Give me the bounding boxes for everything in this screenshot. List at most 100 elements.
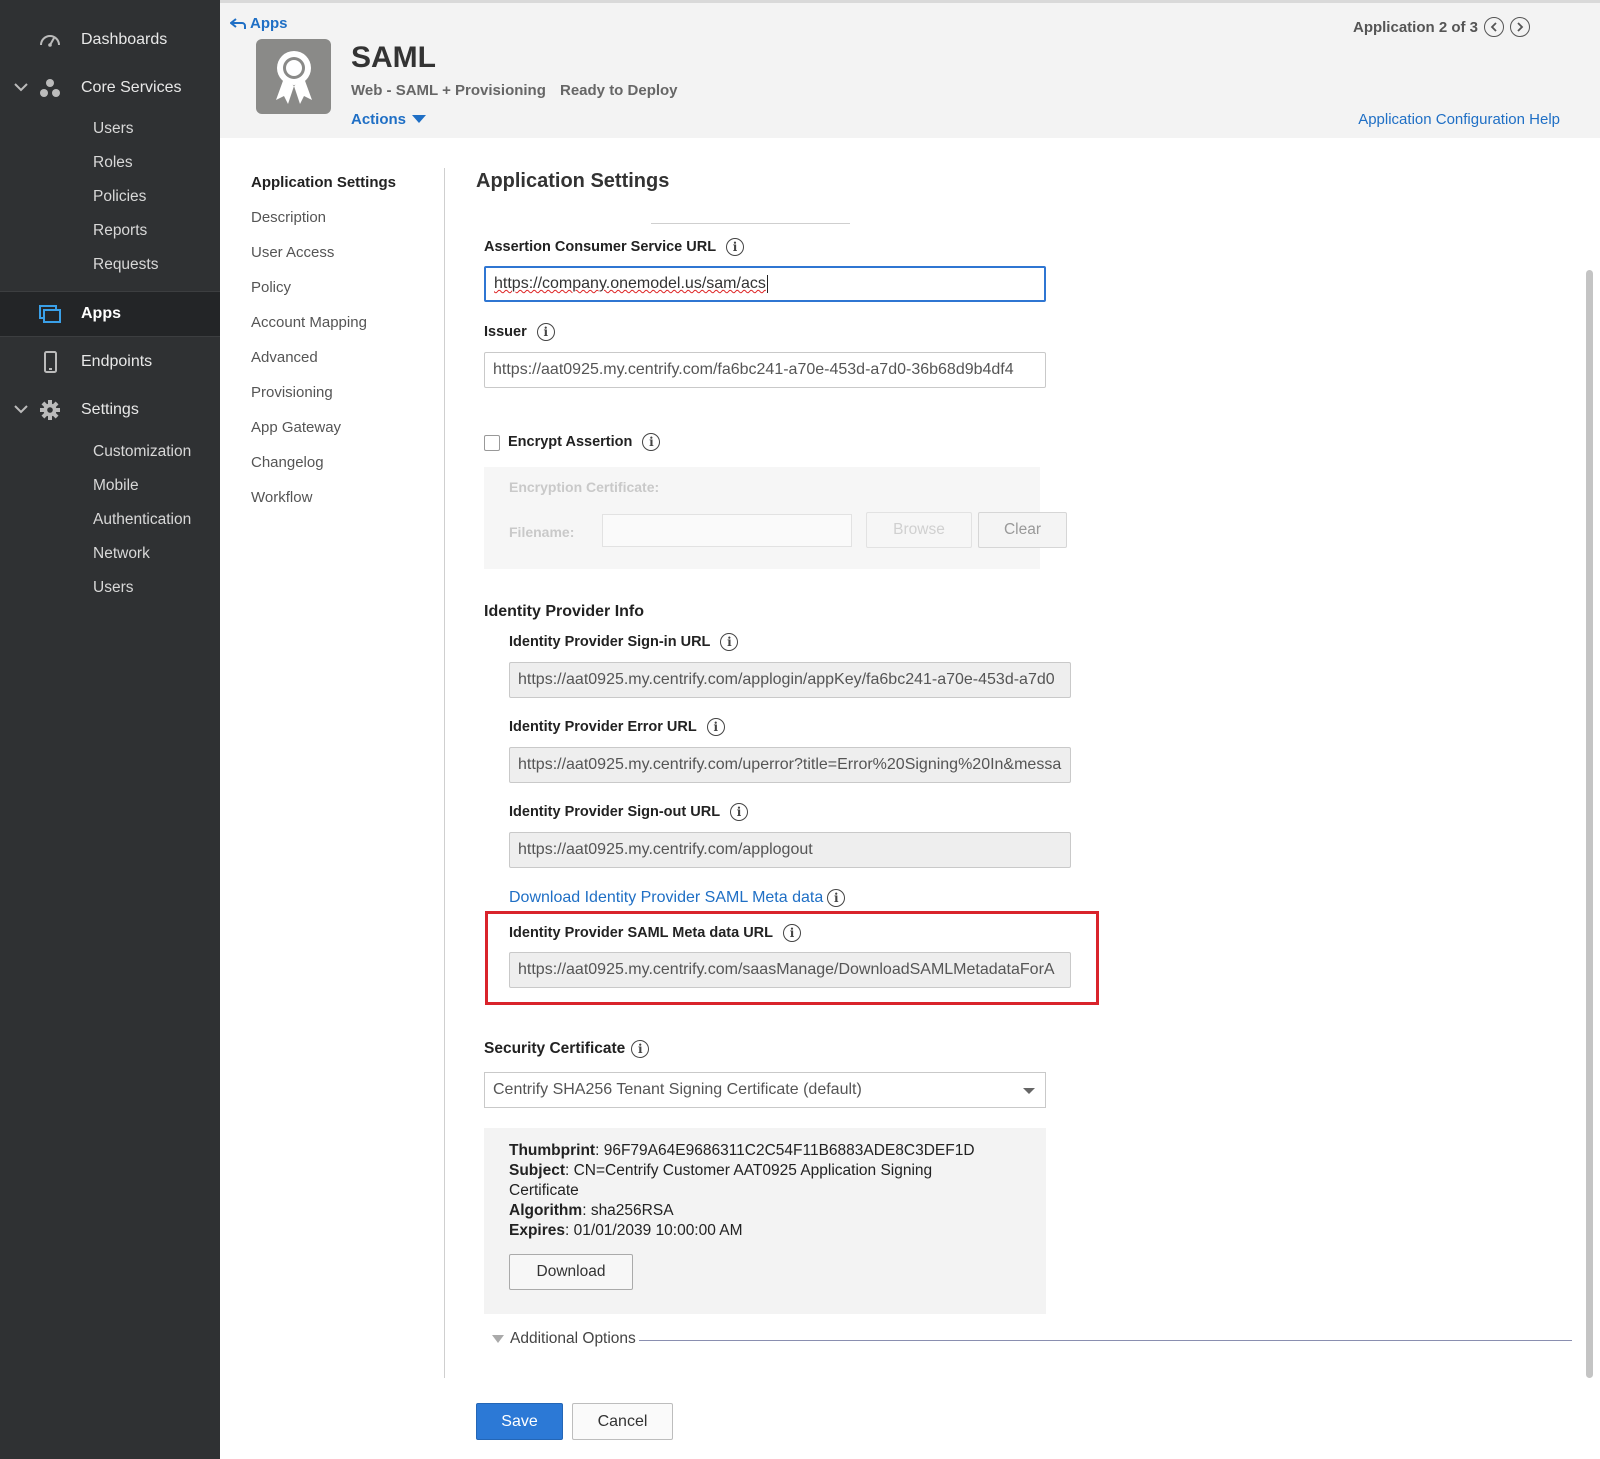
app-type: Web - SAML + Provisioning bbox=[351, 82, 546, 99]
app-title: SAML bbox=[351, 41, 436, 74]
section-nav-policy[interactable]: Policy bbox=[251, 279, 396, 314]
filename-label: Filename: bbox=[509, 524, 575, 540]
info-icon[interactable]: i bbox=[783, 924, 801, 942]
scroll-divider bbox=[651, 223, 850, 224]
idp-signout-label: Identity Provider Sign-out URL i bbox=[509, 803, 749, 821]
next-app-button[interactable] bbox=[1510, 17, 1530, 37]
idp-metadata-url-label: Identity Provider SAML Meta data URL i bbox=[509, 924, 801, 942]
sidebar-item-label: Apps bbox=[81, 305, 121, 322]
caret-down-icon bbox=[492, 1334, 504, 1343]
cancel-button[interactable]: Cancel bbox=[572, 1403, 673, 1440]
app-pager: Application 2 of 3 bbox=[1353, 17, 1530, 37]
idp-signout-label-text: Identity Provider Sign-out URL bbox=[509, 804, 721, 820]
idp-error-label-text: Identity Provider Error URL bbox=[509, 719, 697, 735]
info-icon[interactable]: i bbox=[730, 803, 749, 821]
encrypt-assertion-checkbox[interactable] bbox=[484, 435, 500, 451]
security-certificate-label: Security Certificate i bbox=[484, 1040, 650, 1058]
section-nav-changelog[interactable]: Changelog bbox=[251, 454, 396, 489]
gear-icon bbox=[40, 400, 60, 420]
idp-metadata-url-label-text: Identity Provider SAML Meta data URL bbox=[509, 925, 773, 941]
section-nav-description[interactable]: Description bbox=[251, 209, 396, 244]
section-nav-user-access[interactable]: User Access bbox=[251, 244, 396, 279]
sidebar-subitem-authentication[interactable]: Authentication bbox=[93, 511, 191, 529]
sidebar-item-settings[interactable]: Settings bbox=[0, 388, 220, 432]
acs-url-label: Assertion Consumer Service URL i bbox=[484, 238, 745, 256]
sidebar-subitem-mobile[interactable]: Mobile bbox=[93, 477, 139, 495]
cert-expires: Expires: 01/01/2039 10:00:00 AM bbox=[509, 1222, 743, 1239]
core-services-icon bbox=[40, 79, 60, 97]
chevron-down-icon bbox=[14, 405, 28, 414]
encryption-certificate-panel: Encryption Certificate: Filename: Browse… bbox=[484, 467, 1067, 569]
filename-input[interactable] bbox=[602, 514, 852, 547]
previous-app-button[interactable] bbox=[1484, 17, 1504, 37]
cert-expires-value: 01/01/2039 10:00:00 AM bbox=[573, 1222, 743, 1239]
sidebar-subitem-users[interactable]: Users bbox=[93, 120, 133, 138]
info-icon[interactable]: i bbox=[706, 718, 725, 736]
section-nav-provisioning[interactable]: Provisioning bbox=[251, 384, 396, 419]
gauge-icon bbox=[40, 35, 60, 47]
save-button[interactable]: Save bbox=[476, 1403, 563, 1440]
clear-button[interactable]: Clear bbox=[978, 512, 1067, 548]
sidebar-item-label: Core Services bbox=[81, 79, 182, 96]
certificate-details-panel: Thumbprint: 96F79A64E9686311C2C54F11B688… bbox=[484, 1128, 1046, 1314]
cert-algorithm-value: sha256RSA bbox=[590, 1202, 674, 1219]
sidebar-item-apps[interactable]: Apps bbox=[0, 291, 220, 337]
acs-url-label-text: Assertion Consumer Service URL bbox=[484, 239, 717, 255]
info-icon[interactable]: i bbox=[827, 889, 846, 907]
download-idp-metadata-link[interactable]: Download Identity Provider SAML Meta dat… bbox=[509, 889, 846, 907]
info-icon[interactable]: i bbox=[726, 238, 745, 256]
idp-metadata-url-field[interactable]: https://aat0925.my.centrify.com/saasMana… bbox=[509, 952, 1071, 988]
sidebar-subitem-customization[interactable]: Customization bbox=[93, 443, 191, 461]
cert-expires-label: Expires bbox=[509, 1222, 566, 1239]
encryption-certificate-label: Encryption Certificate: bbox=[509, 479, 660, 495]
sidebar-item-core-services[interactable]: Core Services bbox=[0, 66, 220, 110]
sidebar-item-endpoints[interactable]: Endpoints bbox=[0, 340, 220, 384]
info-icon[interactable]: i bbox=[642, 433, 661, 451]
section-nav-workflow[interactable]: Workflow bbox=[251, 489, 396, 524]
cert-subject: Subject: CN=Centrify Customer AAT0925 Ap… bbox=[509, 1162, 933, 1179]
issuer-label-text: Issuer bbox=[484, 324, 527, 340]
app-status: Ready to Deploy bbox=[560, 82, 678, 99]
cert-subject-cont: Certificate bbox=[509, 1182, 579, 1199]
scrollbar[interactable] bbox=[1586, 270, 1593, 1378]
sidebar-subitem-roles[interactable]: Roles bbox=[93, 154, 133, 172]
cert-thumbprint: Thumbprint: 96F79A64E9686311C2C54F11B688… bbox=[509, 1142, 975, 1159]
sidebar-item-dashboards[interactable]: Dashboards bbox=[0, 18, 220, 62]
info-icon[interactable]: i bbox=[720, 633, 739, 651]
info-icon[interactable]: i bbox=[631, 1040, 650, 1058]
section-nav: Application Settings Description User Ac… bbox=[251, 174, 396, 524]
section-nav-advanced[interactable]: Advanced bbox=[251, 349, 396, 384]
chevron-left-icon bbox=[1490, 22, 1497, 32]
sidebar-subitem-policies[interactable]: Policies bbox=[93, 188, 146, 206]
section-nav-application-settings[interactable]: Application Settings bbox=[251, 174, 396, 209]
sidebar-subitem-network[interactable]: Network bbox=[93, 545, 150, 563]
section-nav-account-mapping[interactable]: Account Mapping bbox=[251, 314, 396, 349]
idp-signin-label-text: Identity Provider Sign-in URL bbox=[509, 634, 711, 650]
cert-algorithm: Algorithm: sha256RSA bbox=[509, 1202, 674, 1219]
acs-url-input[interactable]: https://company.onemodel.us/sam/acs bbox=[484, 266, 1046, 302]
sidebar-subitem-users[interactable]: Users bbox=[93, 579, 133, 597]
section-nav-app-gateway[interactable]: App Gateway bbox=[251, 419, 396, 454]
issuer-input[interactable]: https://aat0925.my.centrify.com/fa6bc241… bbox=[484, 352, 1046, 388]
actions-menu[interactable]: Actions bbox=[351, 111, 427, 128]
config-help-link[interactable]: Application Configuration Help bbox=[1358, 111, 1560, 128]
additional-options-toggle[interactable]: Additional Options bbox=[492, 1330, 636, 1348]
idp-signin-label: Identity Provider Sign-in URL i bbox=[509, 633, 739, 651]
sidebar-subitem-requests[interactable]: Requests bbox=[93, 256, 158, 274]
chevron-right-icon bbox=[1517, 22, 1524, 32]
download-certificate-button[interactable]: Download bbox=[509, 1254, 633, 1290]
idp-signin-url-field[interactable]: https://aat0925.my.centrify.com/applogin… bbox=[509, 662, 1071, 698]
idp-signout-url-field[interactable]: https://aat0925.my.centrify.com/applogou… bbox=[509, 832, 1071, 868]
idp-error-url-field[interactable]: https://aat0925.my.centrify.com/uperror?… bbox=[509, 747, 1071, 783]
additional-options-label: Additional Options bbox=[510, 1330, 636, 1347]
back-to-apps-link[interactable]: Apps bbox=[230, 15, 288, 32]
sidebar-subitem-reports[interactable]: Reports bbox=[93, 222, 147, 240]
additional-options-divider bbox=[639, 1340, 1572, 1341]
cert-algorithm-label: Algorithm bbox=[509, 1202, 583, 1219]
sidebar: Dashboards Core Services Users Roles Pol… bbox=[0, 0, 220, 1459]
security-certificate-select[interactable]: Centrify SHA256 Tenant Signing Certifica… bbox=[484, 1072, 1046, 1108]
info-icon[interactable]: i bbox=[536, 323, 555, 341]
caret-down-icon bbox=[1023, 1088, 1035, 1094]
browse-button[interactable]: Browse bbox=[866, 512, 972, 548]
caret-down-icon bbox=[412, 115, 427, 123]
